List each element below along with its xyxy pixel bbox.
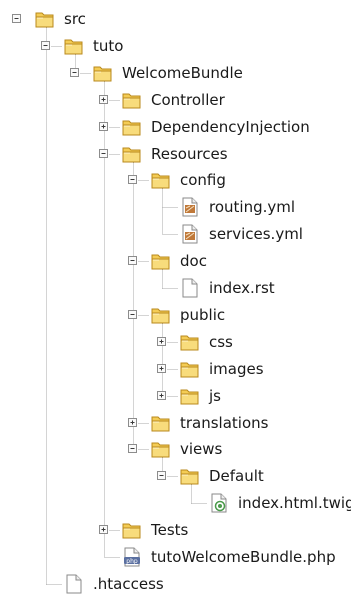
tree-item-label: Tests	[151, 521, 189, 540]
tree-item-routing-yml[interactable]: routing.yml	[0, 195, 351, 219]
folder-icon	[63, 35, 85, 57]
folder-icon	[179, 331, 201, 353]
collapse-toggle-icon[interactable]	[99, 148, 108, 158]
tree-item-label: public	[180, 305, 226, 324]
expand-toggle-icon[interactable]	[99, 121, 108, 131]
collapse-toggle-icon[interactable]	[128, 256, 137, 266]
tree-item-label: translations	[180, 413, 269, 432]
tree-item-label: services.yml	[209, 225, 303, 244]
folder-icon	[121, 519, 143, 541]
tree-item-resources[interactable]: Resources	[0, 142, 351, 166]
tree-item-images[interactable]: images	[0, 357, 351, 381]
tree-item-label: css	[209, 332, 233, 351]
collapse-toggle-icon[interactable]	[12, 14, 21, 23]
tree-item-label: Controller	[151, 90, 225, 109]
expand-toggle-icon[interactable]	[128, 417, 137, 427]
tree-item-default[interactable]: Default	[0, 464, 351, 488]
folder-icon	[121, 89, 143, 111]
tree-item-label: config	[180, 171, 226, 190]
tree-item-css[interactable]: css	[0, 330, 351, 354]
collapse-toggle-icon[interactable]	[157, 471, 166, 481]
folder-icon	[92, 62, 114, 84]
yml-file-icon	[179, 196, 201, 218]
tree-item-label: Default	[209, 467, 264, 486]
twig-file-icon	[208, 492, 230, 514]
collapse-toggle-icon[interactable]	[128, 444, 137, 454]
file-icon	[179, 277, 201, 299]
tree-item-index-html-twig[interactable]: index.html.twig	[0, 491, 351, 515]
folder-icon	[121, 143, 143, 165]
file-icon	[63, 573, 85, 595]
folder-icon	[150, 304, 172, 326]
tree-item-tests[interactable]: Tests	[0, 518, 351, 542]
folder-icon	[150, 250, 172, 272]
tree-item-label: WelcomeBundle	[122, 63, 243, 82]
expand-toggle-icon[interactable]	[157, 336, 166, 346]
tree-item-dependencyinjection[interactable]: DependencyInjection	[0, 115, 351, 139]
tree-item-label: .htaccess	[93, 574, 164, 593]
tree-item-index-rst[interactable]: index.rst	[0, 276, 351, 300]
tree-item-config[interactable]: config	[0, 168, 351, 192]
tree-item-src[interactable]: src	[0, 7, 351, 31]
collapse-toggle-icon[interactable]	[41, 40, 50, 50]
folder-icon	[34, 8, 56, 30]
tree-item-tuto[interactable]: tuto	[0, 34, 351, 58]
php-file-icon: php	[121, 546, 143, 568]
tree-item-label: src	[64, 10, 86, 28]
tree-item-htaccess[interactable]: .htaccess	[0, 572, 351, 596]
folder-icon	[150, 169, 172, 191]
folder-icon	[179, 358, 201, 380]
tree-item-tutowelcomebundle-php[interactable]: php tutoWelcomeBundle.php	[0, 545, 351, 569]
tree-item-public[interactable]: public	[0, 303, 351, 327]
tree-item-js[interactable]: js	[0, 384, 351, 408]
tree-item-label: tutoWelcomeBundle.php	[151, 548, 336, 566]
collapse-toggle-icon[interactable]	[128, 175, 137, 185]
tree-item-label: images	[209, 359, 264, 378]
tree-item-label: routing.yml	[209, 198, 296, 217]
tree-item-label: js	[209, 386, 221, 405]
tree-item-translations[interactable]: translations	[0, 411, 351, 435]
folder-icon	[179, 385, 201, 407]
folder-icon	[179, 465, 201, 487]
tree-item-doc[interactable]: doc	[0, 249, 351, 273]
tree-item-label: DependencyInjection	[151, 117, 310, 136]
tree-item-label: tuto	[93, 36, 124, 55]
yml-file-icon	[179, 223, 201, 245]
tree-item-controller[interactable]: Controller	[0, 88, 351, 112]
expand-toggle-icon[interactable]	[99, 525, 108, 535]
expand-toggle-icon[interactable]	[157, 390, 166, 400]
svg-text:php: php	[126, 558, 138, 565]
collapse-toggle-icon[interactable]	[70, 67, 79, 77]
folder-icon	[121, 116, 143, 138]
tree-item-label: index.rst	[209, 279, 275, 297]
tree-item-label: index.html.twig	[238, 494, 351, 513]
tree-item-welcomebundle[interactable]: WelcomeBundle	[0, 61, 351, 85]
tree-item-label: Resources	[151, 144, 228, 163]
file-tree: src tuto WelcomeBundle Controller Depend	[0, 0, 351, 596]
tree-item-label: doc	[180, 252, 207, 271]
tree-item-services-yml[interactable]: services.yml	[0, 222, 351, 246]
tree-item-label: views	[180, 440, 223, 459]
expand-toggle-icon[interactable]	[99, 94, 108, 104]
expand-toggle-icon[interactable]	[157, 363, 166, 373]
tree-item-views[interactable]: views	[0, 437, 351, 461]
collapse-toggle-icon[interactable]	[128, 309, 137, 319]
folder-icon	[150, 412, 172, 434]
folder-icon	[150, 438, 172, 460]
